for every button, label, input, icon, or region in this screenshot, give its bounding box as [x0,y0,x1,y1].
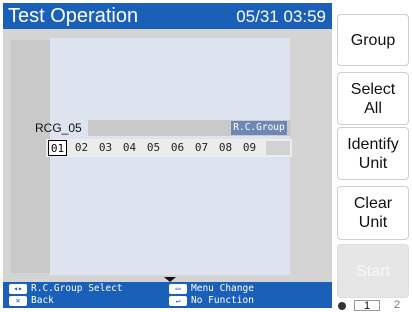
group-button[interactable]: Group [337,14,409,66]
help-back: ✕ Back [9,295,54,306]
back-icon: ✕ [9,295,27,306]
unit-02[interactable]: 02 [72,140,91,156]
clear-unit-button[interactable]: Clear Unit [337,186,409,240]
page-dot-icon [338,302,346,310]
clear-unit-label-line2: Unit [358,214,388,231]
select-all-button[interactable]: Select All [337,72,409,125]
left-margin-panel [11,40,50,273]
unit-03[interactable]: 03 [96,140,115,156]
help-menu-change-label: Menu Change [191,283,254,294]
select-all-label-line1: Select [350,80,396,98]
main-screen: Test Operation 05/31 03:59 RCG_05 R.C.Gr… [3,3,332,308]
arrow-keys-icon: ◂▸ [9,283,27,294]
unit-01[interactable]: 01 [48,140,67,156]
page-indicator: 1 2 [334,300,412,312]
help-bar: ◂▸ R.C.Group Select ✕ Back ▭ Menu Change… [3,282,332,308]
identify-unit-label-line2: Unit [358,154,388,172]
unit-05[interactable]: 05 [144,140,163,156]
date-time: 05/31 03:59 [236,7,326,26]
rc-group-tag: R.C.Group [231,121,287,135]
unit-08[interactable]: 08 [216,140,235,156]
page-next[interactable]: 2 [394,300,400,311]
help-no-function-label: No Function [191,295,254,306]
screen-title: Test Operation [8,5,139,27]
unit-07[interactable]: 07 [192,140,211,156]
unit-04[interactable]: 04 [120,140,139,156]
clear-unit-label-line1: Clear [353,195,393,212]
start-button[interactable]: Start [337,244,409,298]
identify-unit-label-line1: Identify [347,135,399,153]
unit-09[interactable]: 09 [240,140,259,156]
group-name: RCG_05 [35,121,82,135]
page-current[interactable]: 1 [354,300,380,312]
menu-icon: ▭ [169,283,187,294]
enter-icon: ↵ [169,295,187,306]
identify-unit-button[interactable]: Identify Unit [337,127,409,180]
help-back-label: Back [31,295,54,306]
help-no-function: ↵ No Function [169,295,254,306]
function-buttons: Group Select All Identify Unit Clear Uni… [334,0,412,312]
unit-row: 01 02 03 04 05 06 07 08 09 [46,139,292,157]
help-rc-group-select-label: R.C.Group Select [31,283,123,294]
group-button-label: Group [350,31,396,49]
start-button-label: Start [356,262,390,280]
select-all-label-line2: All [364,99,382,117]
help-rc-group-select: ◂▸ R.C.Group Select [9,283,123,294]
unit-row-end [266,141,290,155]
title-bar: Test Operation 05/31 03:59 [3,3,332,29]
unit-06[interactable]: 06 [168,140,187,156]
help-menu-change: ▭ Menu Change [169,283,254,294]
